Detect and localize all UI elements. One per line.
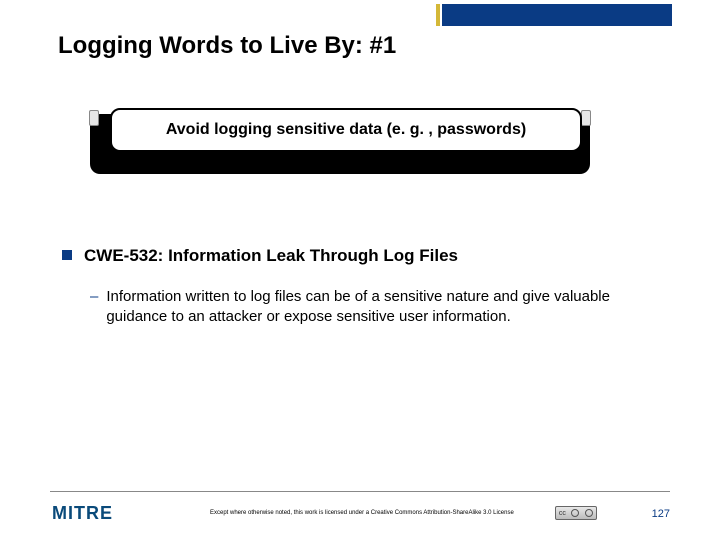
callout-banner: Avoid logging sensitive data (e. g. , pa…	[110, 108, 582, 152]
scroll-end-right-icon	[581, 110, 591, 126]
license-text: Except where otherwise noted, this work …	[210, 510, 514, 516]
footer-divider	[50, 491, 670, 492]
dash-bullet-icon: –	[90, 287, 98, 307]
slide-title: Logging Words to Live By: #1	[58, 32, 396, 60]
body-content: CWE-532: Information Leak Through Log Fi…	[62, 245, 660, 326]
square-bullet-icon	[62, 250, 72, 260]
cc-label: cc	[559, 510, 566, 517]
callout-box: Avoid logging sensitive data (e. g. , pa…	[90, 108, 590, 174]
cc-badge-icon: cc	[555, 506, 597, 520]
cc-by-icon	[571, 509, 579, 517]
bullet-item: CWE-532: Information Leak Through Log Fi…	[62, 245, 660, 267]
cc-sa-icon	[585, 509, 593, 517]
mitre-logo: MITRE	[52, 503, 113, 524]
header-accent-bar	[442, 4, 672, 26]
page-number: 127	[652, 508, 670, 520]
bullet-text: CWE-532: Information Leak Through Log Fi…	[84, 245, 458, 267]
scroll-end-left-icon	[89, 110, 99, 126]
sub-bullet-text: Information written to log files can be …	[106, 287, 660, 326]
sub-bullet-item: – Information written to log files can b…	[90, 287, 660, 326]
callout-text: Avoid logging sensitive data (e. g. , pa…	[166, 121, 526, 139]
